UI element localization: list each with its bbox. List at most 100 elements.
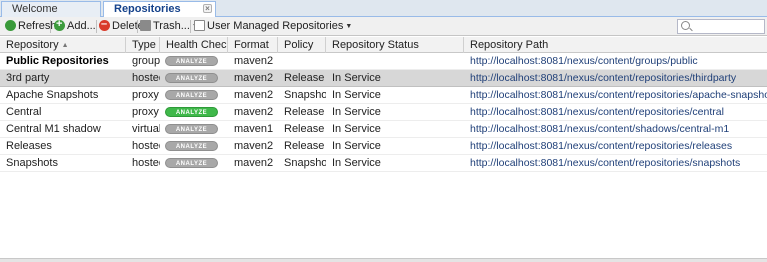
search-icon <box>681 21 690 30</box>
repository-format: maven2 <box>234 157 274 169</box>
repository-status: In Service <box>332 140 381 152</box>
repository-name: Releases <box>6 140 52 152</box>
repository-policy: Release <box>284 123 325 135</box>
sort-ascending-icon: ▲ <box>61 42 69 49</box>
column-header-type[interactable]: Type <box>126 37 160 53</box>
column-header-health-check[interactable]: Health Check <box>160 37 228 53</box>
tab-repositories[interactable]: Repositories × <box>103 1 216 18</box>
repository-type: hosted <box>132 157 160 169</box>
repository-policy <box>278 53 326 70</box>
repository-policy: Snapshot <box>284 89 326 101</box>
repositories-grid: Repository ▲ Type Health Check Format Pol… <box>0 37 767 172</box>
close-icon[interactable]: × <box>203 4 212 13</box>
grid-header: Repository ▲ Type Health Check Format Pol… <box>0 37 767 53</box>
repository-path-link[interactable]: http://localhost:8081/nexus/content/repo… <box>464 155 767 172</box>
panel-bottom-border <box>0 258 767 262</box>
repository-path-link[interactable]: http://localhost:8081/nexus/content/repo… <box>464 138 767 155</box>
column-header-policy[interactable]: Policy <box>278 37 326 53</box>
repository-status: In Service <box>332 106 381 118</box>
repository-status: In Service <box>332 72 381 84</box>
repository-path-link[interactable]: http://localhost:8081/nexus/content/grou… <box>464 53 767 70</box>
analyze-button[interactable]: ANALYZE <box>165 141 218 151</box>
table-row[interactable]: Snapshots hosted ANALYZE maven2 Snapshot… <box>0 155 767 172</box>
repository-name: Apache Snapshots <box>6 89 99 101</box>
repository-format: maven2 <box>234 140 274 152</box>
repository-status: In Service <box>332 89 381 101</box>
table-row[interactable]: Apache Snapshots proxy ANALYZE maven2 Sn… <box>0 87 767 104</box>
repository-path-link[interactable]: http://localhost:8081/nexus/content/repo… <box>464 70 767 87</box>
toolbar-divider <box>96 20 97 33</box>
table-row[interactable]: Central proxy ANALYZE maven2 Release In … <box>0 104 767 121</box>
toolbar-divider <box>50 20 51 33</box>
repository-path-link[interactable]: http://localhost:8081/nexus/content/repo… <box>464 104 767 121</box>
analyze-button[interactable]: ANALYZE <box>165 124 218 134</box>
repository-format: maven2 <box>234 72 274 84</box>
repository-policy: Release <box>284 140 325 152</box>
repository-path-link[interactable]: http://localhost:8081/nexus/content/repo… <box>464 87 767 104</box>
column-header-repository-status[interactable]: Repository Status <box>326 37 464 53</box>
repository-type: proxy <box>132 89 159 101</box>
toolbar: Refresh Add...▼ Delete Trash...▼ User Ma… <box>0 17 767 36</box>
repository-format: maven2 <box>234 106 274 118</box>
add-label: Add... <box>67 20 96 32</box>
repository-path-link[interactable]: http://localhost:8081/nexus/content/shad… <box>464 121 767 138</box>
column-header-format-label: Format <box>234 39 269 51</box>
chevron-down-icon: ▼ <box>345 23 353 30</box>
document-icon <box>194 20 205 31</box>
search-box[interactable] <box>677 19 765 34</box>
repository-name: Snapshots <box>6 157 58 169</box>
refresh-button[interactable]: Refresh <box>5 19 57 34</box>
column-header-repository-path-label: Repository Path <box>470 39 549 51</box>
tab-strip: Welcome Repositories × <box>0 0 767 18</box>
column-header-format[interactable]: Format <box>228 37 278 53</box>
analyze-button[interactable]: ANALYZE <box>165 56 218 66</box>
repository-type: hosted <box>132 72 160 84</box>
table-row[interactable]: Central M1 shadow virtual ANALYZE maven1… <box>0 121 767 138</box>
analyze-button[interactable]: ANALYZE <box>165 107 218 117</box>
table-row[interactable]: Releases hosted ANALYZE maven2 Release I… <box>0 138 767 155</box>
repository-format: maven2 <box>234 89 274 101</box>
analyze-button[interactable]: ANALYZE <box>165 158 218 168</box>
repository-name: Central M1 shadow <box>6 123 101 135</box>
user-managed-repositories-dropdown[interactable]: User Managed Repositories ▼ <box>194 19 352 34</box>
tab-welcome[interactable]: Welcome <box>1 1 101 17</box>
column-header-type-label: Type <box>132 39 156 51</box>
user-managed-label: User Managed Repositories <box>207 20 344 32</box>
add-icon <box>54 17 65 32</box>
repository-status <box>326 53 464 70</box>
column-header-repository-status-label: Repository Status <box>332 39 419 51</box>
trash-label: Trash... <box>153 20 190 32</box>
column-header-policy-label: Policy <box>284 39 314 51</box>
repository-status: In Service <box>332 157 381 169</box>
repository-policy: Snapshot <box>284 157 326 169</box>
repository-type: hosted <box>132 140 160 152</box>
tab-repositories-label: Repositories <box>114 3 181 15</box>
table-row[interactable]: 3rd party hosted ANALYZE maven2 Release … <box>0 70 767 87</box>
analyze-button[interactable]: ANALYZE <box>165 90 218 100</box>
repository-status: In Service <box>332 123 381 135</box>
search-input[interactable] <box>692 20 762 33</box>
column-header-repository-label: Repository <box>6 39 59 51</box>
repository-type: group <box>132 55 160 67</box>
column-header-repository-path[interactable]: Repository Path <box>464 37 767 53</box>
repository-name: Public Repositories <box>6 55 109 67</box>
repository-policy: Release <box>284 72 325 84</box>
repository-name: 3rd party <box>6 72 50 84</box>
repository-type: virtual <box>132 123 160 135</box>
repository-format: maven1 <box>234 123 274 135</box>
toolbar-divider <box>190 20 191 33</box>
table-row[interactable]: Public Repositories group ANALYZE maven2… <box>0 53 767 70</box>
tab-welcome-label: Welcome <box>12 3 58 15</box>
analyze-button[interactable]: ANALYZE <box>165 73 218 83</box>
repository-policy: Release <box>284 106 325 118</box>
column-header-repository[interactable]: Repository ▲ <box>0 37 126 53</box>
repository-type: proxy <box>132 106 159 118</box>
column-header-health-check-label: Health Check <box>166 39 228 51</box>
toolbar-divider <box>137 20 138 33</box>
repository-name: Central <box>6 106 42 118</box>
delete-icon <box>99 17 110 32</box>
add-button[interactable]: Add...▼ <box>54 17 105 34</box>
refresh-icon <box>5 20 16 31</box>
trash-icon <box>140 20 151 31</box>
repository-format: maven2 <box>234 55 274 67</box>
